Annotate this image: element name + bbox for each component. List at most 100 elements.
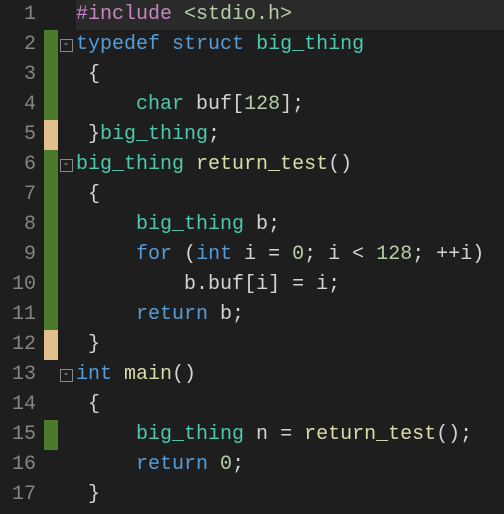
fold-toggle bbox=[58, 270, 74, 300]
code-line[interactable]: { bbox=[76, 390, 504, 420]
token-id bbox=[76, 423, 136, 446]
token-ty: big_thing bbox=[256, 33, 364, 56]
token-pn: { bbox=[76, 63, 100, 86]
token-pn: () bbox=[172, 363, 196, 386]
token-pn: { bbox=[76, 393, 100, 416]
fold-minus-icon[interactable]: - bbox=[60, 159, 73, 172]
code-line[interactable]: b.buf[i] = i; bbox=[76, 270, 504, 300]
line-number: 4 bbox=[4, 90, 36, 120]
token-op: = bbox=[280, 423, 292, 446]
change-marker bbox=[44, 30, 58, 60]
fold-toggle bbox=[58, 480, 74, 510]
fold-toggle[interactable]: - bbox=[58, 30, 74, 60]
token-pn: ; bbox=[232, 303, 244, 326]
token-num: 0 bbox=[220, 453, 232, 476]
line-number: 12 bbox=[4, 330, 36, 360]
token-kw: struct bbox=[172, 33, 244, 56]
change-marker bbox=[44, 420, 58, 450]
line-number: 2 bbox=[4, 30, 36, 60]
fold-toggle bbox=[58, 90, 74, 120]
change-marker bbox=[44, 120, 58, 150]
code-line[interactable]: } bbox=[76, 330, 504, 360]
line-number-gutter: 1234567891011121314151617 bbox=[0, 0, 44, 514]
code-line[interactable]: #include <stdio.h> bbox=[76, 0, 504, 30]
token-id: i bbox=[316, 243, 352, 266]
token-id bbox=[112, 363, 124, 386]
token-kw: int bbox=[196, 243, 232, 266]
token-pn: } bbox=[76, 123, 100, 146]
token-id: i bbox=[256, 273, 268, 296]
code-line[interactable]: return b; bbox=[76, 300, 504, 330]
token-pn: ; bbox=[328, 273, 340, 296]
change-marker bbox=[44, 390, 58, 420]
fold-toggle bbox=[58, 60, 74, 90]
fold-minus-icon[interactable]: - bbox=[60, 369, 73, 382]
fold-gutter: - - - bbox=[58, 0, 74, 514]
token-pn: [ bbox=[244, 273, 256, 296]
token-id bbox=[76, 213, 136, 236]
line-number: 11 bbox=[4, 300, 36, 330]
token-ty: big_thing bbox=[136, 423, 244, 446]
token-id: b bbox=[76, 273, 196, 296]
token-id bbox=[364, 243, 376, 266]
token-kw: int bbox=[76, 363, 112, 386]
change-marker bbox=[44, 480, 58, 510]
fold-minus-icon[interactable]: - bbox=[60, 39, 73, 52]
fold-toggle bbox=[58, 120, 74, 150]
code-line[interactable]: for (int i = 0; i < 128; ++i) bbox=[76, 240, 504, 270]
token-pn: () bbox=[328, 153, 352, 176]
line-number: 9 bbox=[4, 240, 36, 270]
line-number: 3 bbox=[4, 60, 36, 90]
token-id bbox=[424, 243, 436, 266]
code-editor[interactable]: 1234567891011121314151617 --- #include <… bbox=[0, 0, 504, 514]
token-op: < bbox=[352, 243, 364, 266]
code-line[interactable]: { bbox=[76, 180, 504, 210]
line-number: 1 bbox=[4, 0, 36, 30]
code-line[interactable]: big_thing b; bbox=[76, 210, 504, 240]
fold-toggle bbox=[58, 240, 74, 270]
token-id bbox=[280, 243, 292, 266]
change-marker-gutter bbox=[44, 0, 58, 514]
change-marker bbox=[44, 450, 58, 480]
token-id bbox=[160, 33, 172, 56]
token-id bbox=[292, 423, 304, 446]
token-id bbox=[208, 453, 220, 476]
token-num: 128 bbox=[244, 93, 280, 116]
line-number: 8 bbox=[4, 210, 36, 240]
token-kw: return bbox=[136, 453, 208, 476]
fold-toggle[interactable]: - bbox=[58, 360, 74, 390]
change-marker bbox=[44, 360, 58, 390]
change-marker bbox=[44, 300, 58, 330]
token-pn: ; bbox=[208, 123, 220, 146]
code-line[interactable]: int main() bbox=[76, 360, 504, 390]
token-id bbox=[76, 243, 136, 266]
line-number: 16 bbox=[4, 450, 36, 480]
token-id: n bbox=[244, 423, 280, 446]
fold-toggle[interactable]: - bbox=[58, 150, 74, 180]
token-id bbox=[172, 243, 184, 266]
token-id: i bbox=[232, 243, 268, 266]
change-marker bbox=[44, 330, 58, 360]
code-line[interactable]: big_thing return_test() bbox=[76, 150, 504, 180]
code-line[interactable]: }big_thing; bbox=[76, 120, 504, 150]
code-line[interactable]: return 0; bbox=[76, 450, 504, 480]
token-id: i bbox=[304, 273, 328, 296]
token-ty: char bbox=[136, 93, 184, 116]
line-number: 15 bbox=[4, 420, 36, 450]
token-fn: main bbox=[124, 363, 172, 386]
change-marker bbox=[44, 210, 58, 240]
code-line[interactable]: } bbox=[76, 480, 504, 510]
change-marker bbox=[44, 60, 58, 90]
token-id: buf bbox=[184, 93, 232, 116]
token-pn: ( bbox=[184, 243, 196, 266]
token-kw: return bbox=[136, 303, 208, 326]
fold-toggle bbox=[58, 0, 74, 30]
code-line[interactable]: typedef struct big_thing bbox=[76, 30, 504, 60]
code-area[interactable]: #include <stdio.h>typedef struct big_thi… bbox=[74, 0, 504, 514]
fold-toggle bbox=[58, 300, 74, 330]
code-line[interactable]: { bbox=[76, 60, 504, 90]
code-line[interactable]: char buf[128]; bbox=[76, 90, 504, 120]
token-pn: [ bbox=[232, 93, 244, 116]
token-pn: } bbox=[76, 483, 100, 506]
code-line[interactable]: big_thing n = return_test(); bbox=[76, 420, 504, 450]
